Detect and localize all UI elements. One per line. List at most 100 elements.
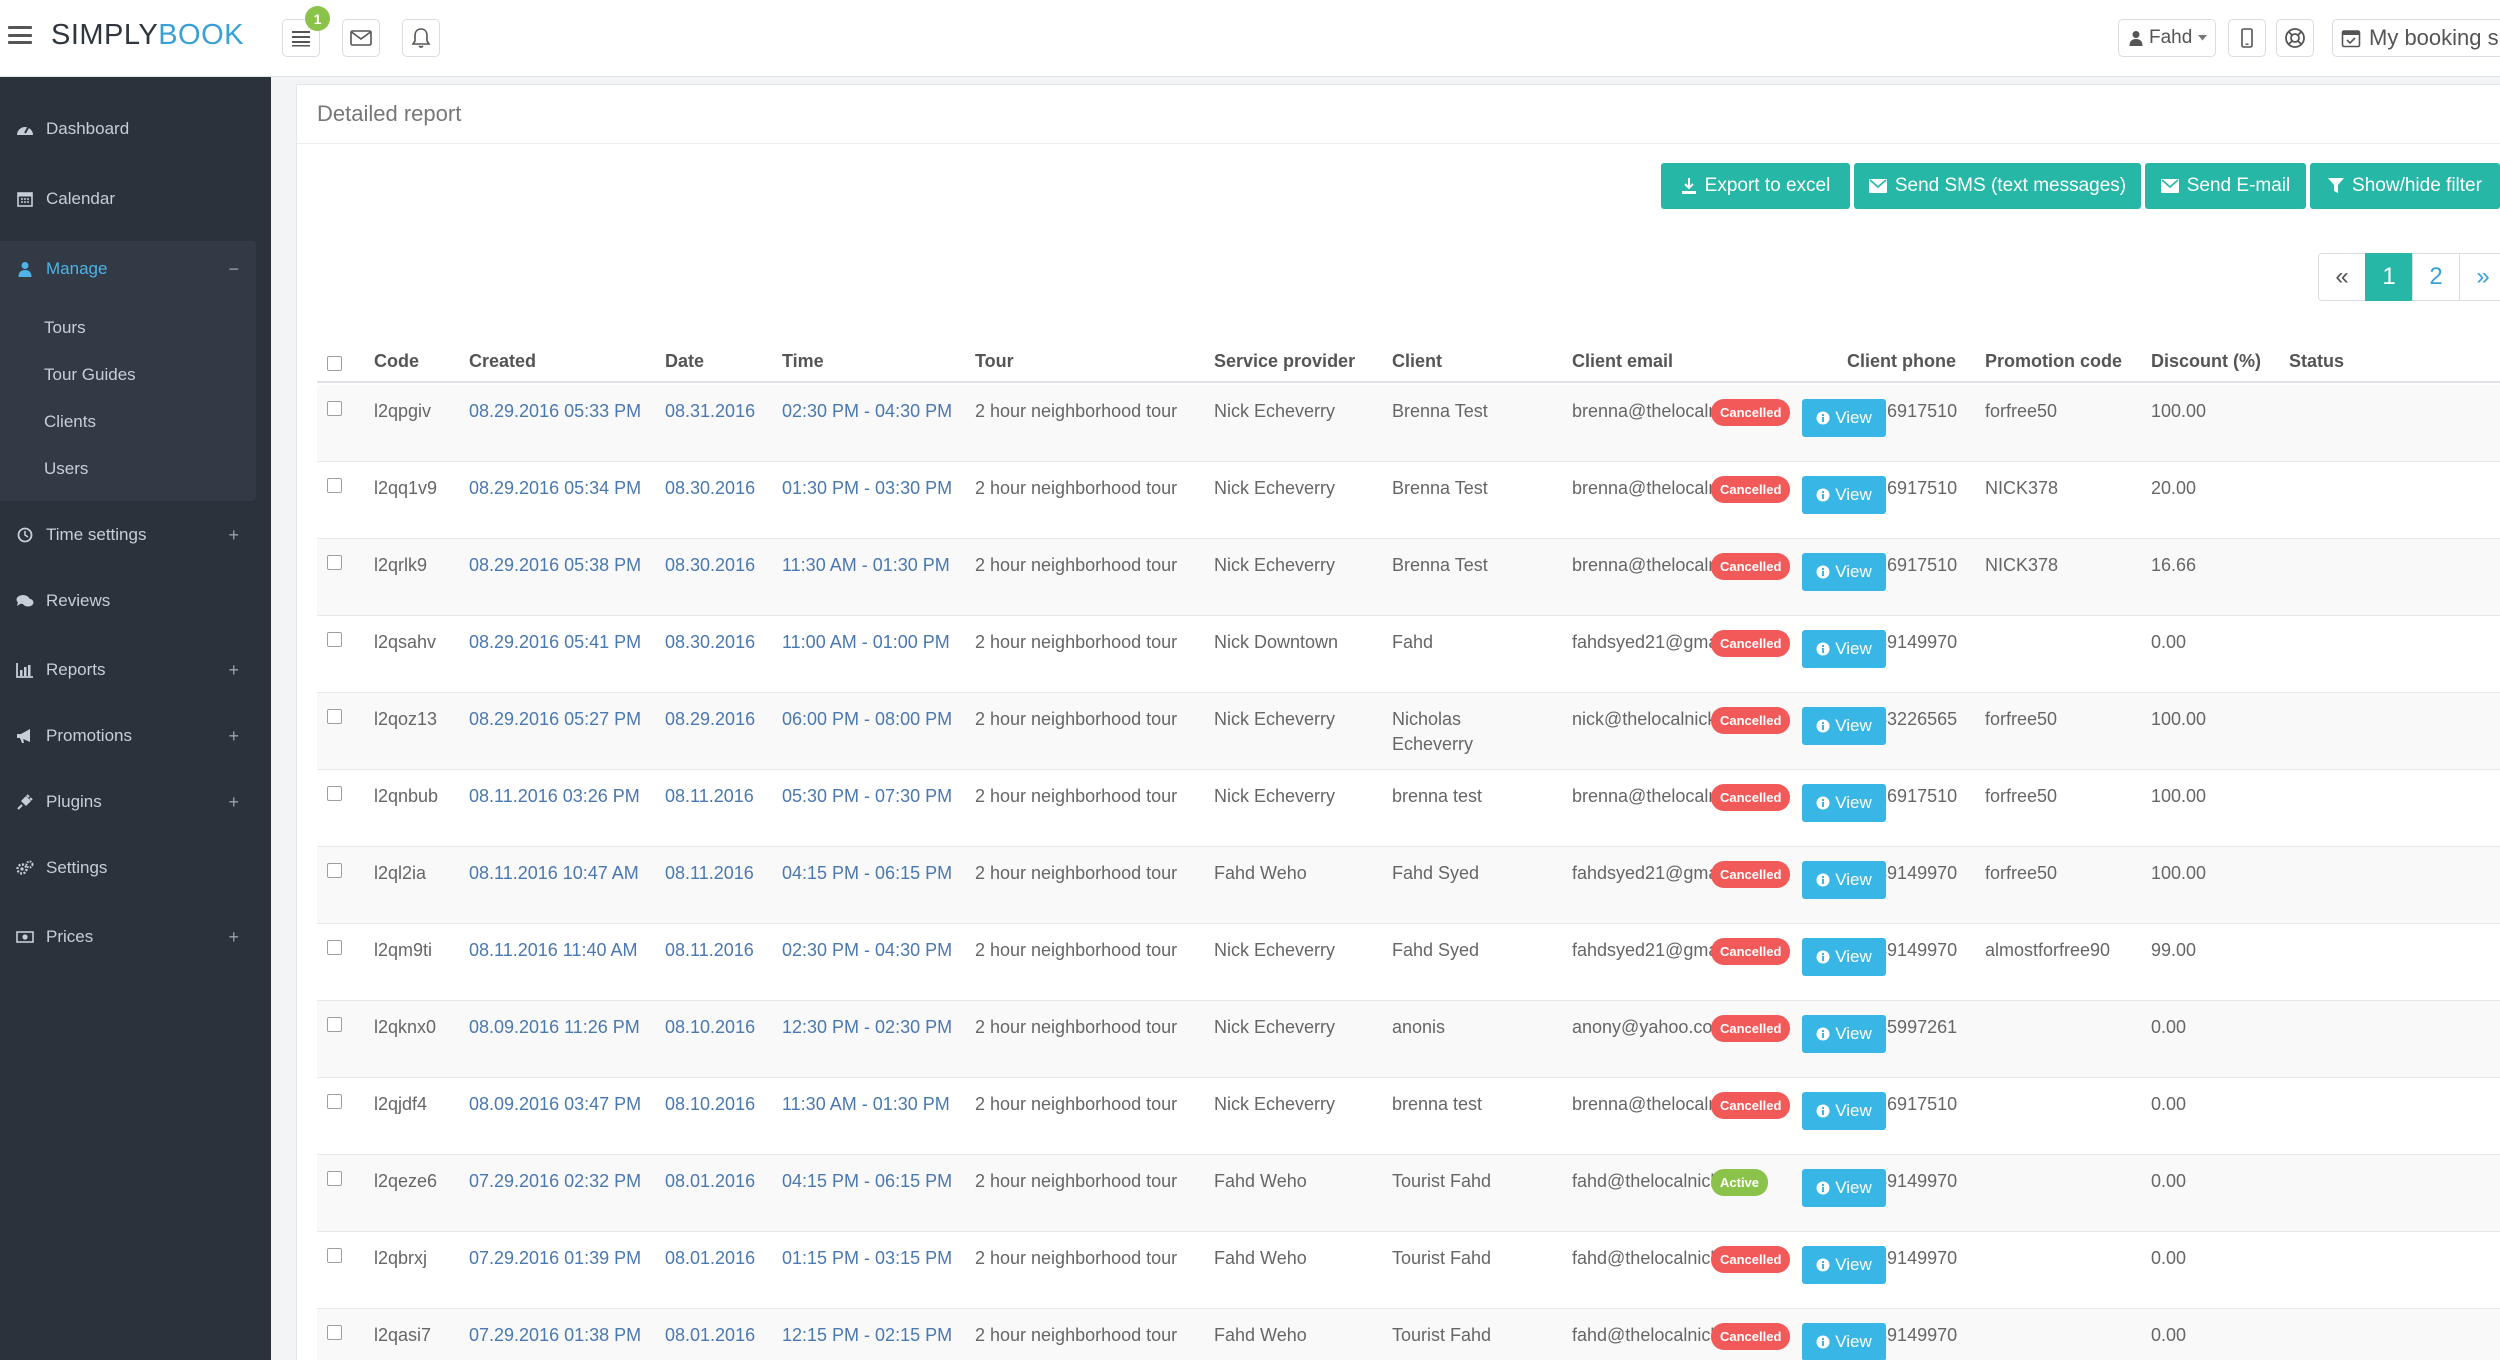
cell-time[interactable]: 04:15 PM - 06:15 PM	[782, 861, 967, 886]
expand-icon[interactable]: +	[228, 726, 239, 747]
table-row[interactable]: l2qoz13 08.29.2016 05:27 PM 08.29.2016 06:0…	[317, 693, 2500, 770]
sidebar-subitem-tours[interactable]: Tours	[44, 318, 86, 338]
cell-time[interactable]: 12:15 PM - 02:15 PM	[782, 1323, 967, 1348]
view-button[interactable]: View	[1802, 476, 1886, 514]
cell-date[interactable]: 08.01.2016	[665, 1169, 775, 1194]
cell-created[interactable]: 08.29.2016 05:41 PM	[469, 630, 649, 655]
mobile-app-button[interactable]	[2228, 19, 2266, 57]
expand-icon[interactable]: +	[228, 792, 239, 813]
cell-date[interactable]: 08.10.2016	[665, 1092, 775, 1117]
col-discount[interactable]: Discount (%)	[2151, 351, 2261, 372]
sidebar-item-time-settings[interactable]: Time settings +	[0, 515, 271, 555]
cell-time[interactable]: 04:15 PM - 06:15 PM	[782, 1169, 967, 1194]
col-date[interactable]: Date	[665, 351, 704, 372]
cell-date[interactable]: 08.29.2016	[665, 707, 775, 732]
cell-created[interactable]: 08.11.2016 11:40 AM	[469, 938, 649, 963]
table-row[interactable]: l2qrlk9 08.29.2016 05:38 PM 08.30.2016 11:3…	[317, 539, 2500, 616]
collapse-icon[interactable]: −	[228, 259, 239, 280]
sidebar-item-manage[interactable]: Manage −	[0, 249, 271, 289]
cell-created[interactable]: 08.29.2016 05:34 PM	[469, 476, 649, 501]
view-button[interactable]: View	[1802, 784, 1886, 822]
view-button[interactable]: View	[1802, 938, 1886, 976]
pagination-prev[interactable]: «	[2318, 253, 2366, 301]
row-checkbox[interactable]	[327, 1017, 342, 1032]
row-checkbox[interactable]	[327, 863, 342, 878]
messages-button[interactable]	[342, 19, 380, 57]
sidebar-item-reviews[interactable]: Reviews	[0, 581, 271, 621]
sidebar-item-plugins[interactable]: Plugins +	[0, 782, 271, 822]
show-hide-filter-button[interactable]: Show/hide filter	[2310, 163, 2500, 209]
cell-created[interactable]: 07.29.2016 02:32 PM	[469, 1169, 649, 1194]
cell-date[interactable]: 08.11.2016	[665, 784, 775, 809]
sidebar-item-calendar[interactable]: Calendar	[0, 179, 271, 219]
expand-icon[interactable]: +	[228, 927, 239, 948]
app-logo[interactable]: SIMPLYBOOK	[51, 19, 244, 52]
cell-date[interactable]: 08.31.2016	[665, 399, 775, 424]
row-checkbox[interactable]	[327, 709, 342, 724]
cell-created[interactable]: 08.29.2016 05:33 PM	[469, 399, 649, 424]
expand-icon[interactable]: +	[228, 660, 239, 681]
cell-created[interactable]: 08.11.2016 10:47 AM	[469, 861, 649, 886]
cell-time[interactable]: 11:30 AM - 01:30 PM	[782, 553, 967, 578]
cell-time[interactable]: 11:00 AM - 01:00 PM	[782, 630, 967, 655]
col-client-phone[interactable]: Client phone	[1847, 351, 1956, 372]
col-created[interactable]: Created	[469, 351, 536, 372]
send-email-button[interactable]: Send E-mail	[2145, 163, 2306, 209]
expand-icon[interactable]: +	[228, 525, 239, 546]
row-checkbox[interactable]	[327, 786, 342, 801]
cell-time[interactable]: 02:30 PM - 04:30 PM	[782, 938, 967, 963]
pagination-page-1[interactable]: 1	[2365, 253, 2413, 301]
cell-created[interactable]: 08.09.2016 11:26 PM	[469, 1015, 649, 1040]
pagination-next[interactable]: »	[2459, 253, 2500, 301]
cell-time[interactable]: 11:30 AM - 01:30 PM	[782, 1092, 967, 1117]
cell-time[interactable]: 01:15 PM - 03:15 PM	[782, 1246, 967, 1271]
sidebar-item-dashboard[interactable]: Dashboard	[0, 109, 271, 149]
view-button[interactable]: View	[1802, 1092, 1886, 1130]
view-button[interactable]: View	[1802, 1246, 1886, 1284]
notifications-button[interactable]	[402, 19, 440, 57]
table-row[interactable]: l2qnbub 08.11.2016 03:26 PM 08.11.2016 05:3…	[317, 770, 2500, 847]
table-row[interactable]: l2qbrxj 07.29.2016 01:39 PM 08.01.2016 01:1…	[317, 1232, 2500, 1309]
help-button[interactable]	[2276, 19, 2314, 57]
cell-time[interactable]: 06:00 PM - 08:00 PM	[782, 707, 967, 732]
col-time[interactable]: Time	[782, 351, 824, 372]
table-row[interactable]: l2qq1v9 08.29.2016 05:34 PM 08.30.2016 01:3…	[317, 462, 2500, 539]
table-row[interactable]: l2qsahv 08.29.2016 05:41 PM 08.30.2016 11:0…	[317, 616, 2500, 693]
view-button[interactable]: View	[1802, 707, 1886, 745]
cell-date[interactable]: 08.30.2016	[665, 476, 775, 501]
row-checkbox[interactable]	[327, 940, 342, 955]
row-checkbox[interactable]	[327, 1248, 342, 1263]
view-button[interactable]: View	[1802, 553, 1886, 591]
col-client[interactable]: Client	[1392, 351, 1442, 372]
table-row[interactable]: l2qeze6 07.29.2016 02:32 PM 08.01.2016 04:1…	[317, 1155, 2500, 1232]
cell-date[interactable]: 08.01.2016	[665, 1323, 775, 1348]
view-button[interactable]: View	[1802, 1169, 1886, 1207]
cell-date[interactable]: 08.11.2016	[665, 938, 775, 963]
view-button[interactable]: View	[1802, 1323, 1886, 1360]
sidebar-item-settings[interactable]: Settings	[0, 848, 271, 888]
table-row[interactable]: l2qjdf4 08.09.2016 03:47 PM 08.10.2016 11:3…	[317, 1078, 2500, 1155]
hamburger-menu-icon[interactable]	[8, 24, 32, 46]
row-checkbox[interactable]	[327, 555, 342, 570]
pagination-page-2[interactable]: 2	[2412, 253, 2460, 301]
row-checkbox[interactable]	[327, 401, 342, 416]
select-all-checkbox[interactable]	[327, 356, 342, 371]
row-checkbox[interactable]	[327, 1171, 342, 1186]
view-button[interactable]: View	[1802, 1015, 1886, 1053]
cell-created[interactable]: 08.29.2016 05:38 PM	[469, 553, 649, 578]
table-row[interactable]: l2qpgiv 08.29.2016 05:33 PM 08.31.2016 02:3…	[317, 385, 2500, 462]
cell-time[interactable]: 01:30 PM - 03:30 PM	[782, 476, 967, 501]
user-menu-button[interactable]: Fahd	[2118, 19, 2216, 57]
col-service-provider[interactable]: Service provider	[1214, 351, 1355, 372]
sidebar-item-reports[interactable]: Reports +	[0, 650, 271, 690]
row-checkbox[interactable]	[327, 478, 342, 493]
cell-created[interactable]: 08.29.2016 05:27 PM	[469, 707, 649, 732]
col-status[interactable]: Status	[2289, 351, 2344, 372]
cell-date[interactable]: 08.11.2016	[665, 861, 775, 886]
table-row[interactable]: l2qknx0 08.09.2016 11:26 PM 08.10.2016 12:3…	[317, 1001, 2500, 1078]
table-row[interactable]: l2qm9ti 08.11.2016 11:40 AM 08.11.2016 02:3…	[317, 924, 2500, 1001]
export-excel-button[interactable]: Export to excel	[1661, 163, 1850, 209]
cell-created[interactable]: 07.29.2016 01:38 PM	[469, 1323, 649, 1348]
row-checkbox[interactable]	[327, 1325, 342, 1340]
table-row[interactable]: l2ql2ia 08.11.2016 10:47 AM 08.11.2016 04:1…	[317, 847, 2500, 924]
